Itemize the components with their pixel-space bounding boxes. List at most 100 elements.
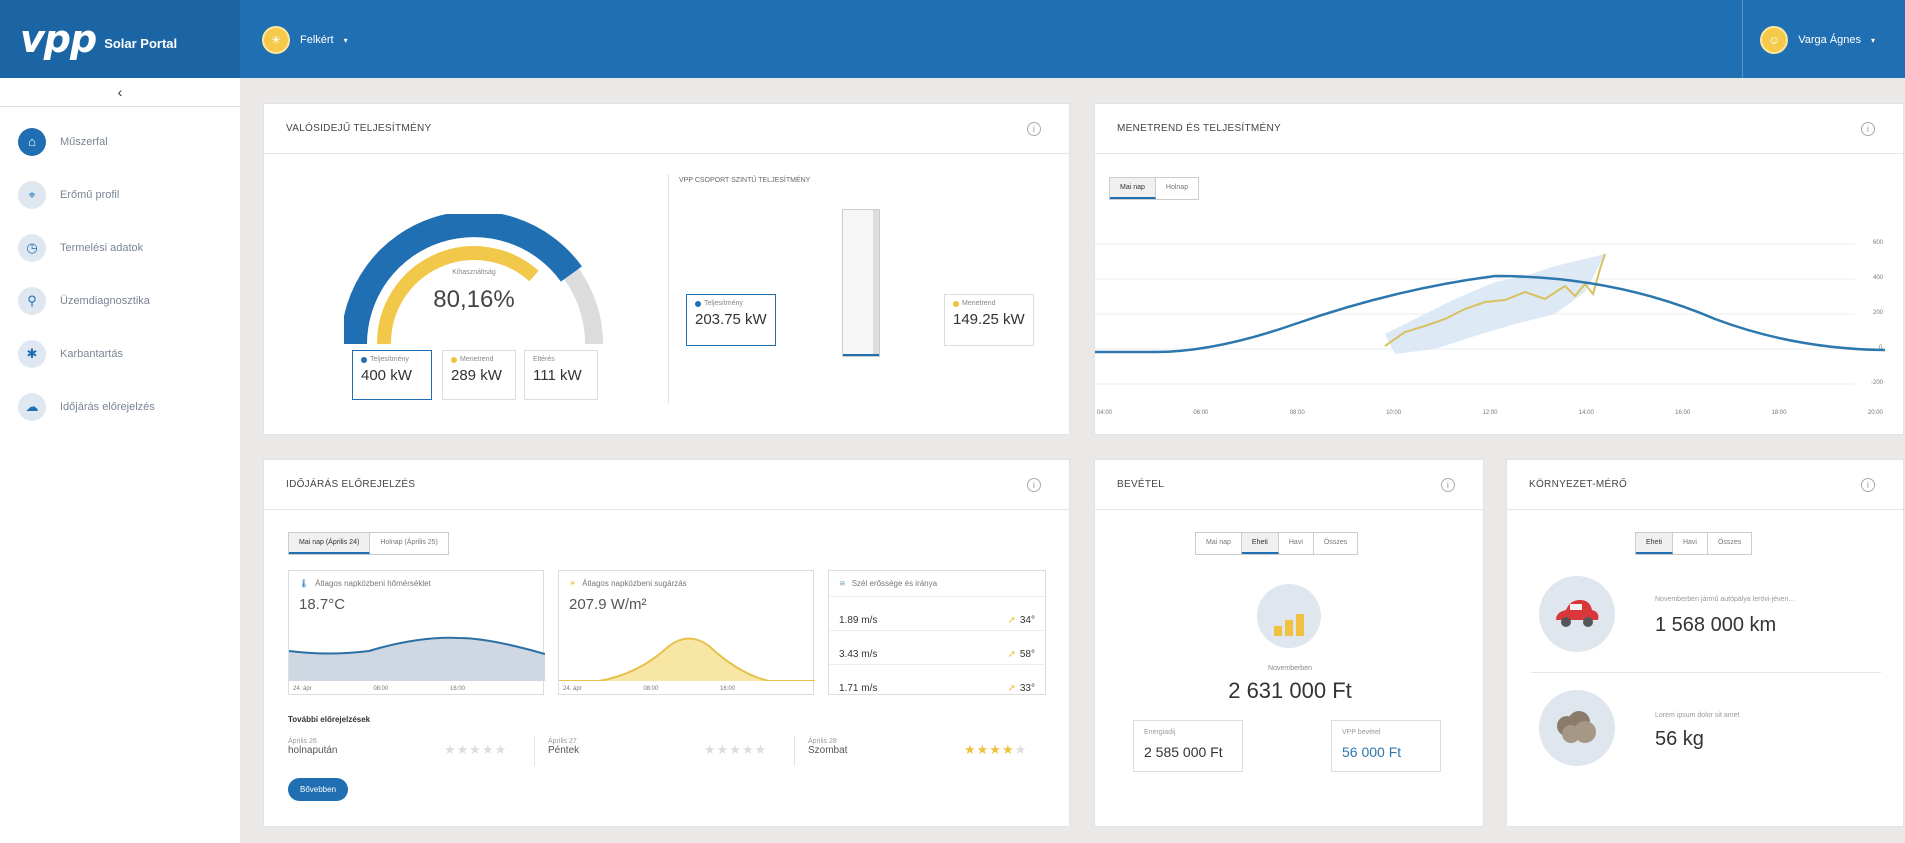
yellow-dot-icon <box>953 300 959 307</box>
tab-monthly[interactable]: Havi <box>1672 533 1708 554</box>
tab-all[interactable]: Összes <box>1707 533 1752 554</box>
sidebar-item-dashboard[interactable]: ⌂ Műszerfal <box>0 115 240 168</box>
day-tabs: Mai nap Holnap <box>1109 177 1200 200</box>
collapse-sidebar-button[interactable]: ‹ <box>0 78 240 107</box>
wind-direction: 34° <box>1019 615 1035 626</box>
user-menu[interactable]: ☺ Varga Ágnes ▾ <box>1760 26 1875 54</box>
site-name: Felkért <box>300 34 334 46</box>
tab-weekly[interactable]: Eheti <box>1636 533 1673 554</box>
wind-row: 1.89 m/s ➚ 34° <box>829 596 1045 630</box>
info-icon[interactable]: i <box>1861 478 1875 492</box>
x-tick: 24. ápr <box>293 686 312 692</box>
money-label: Energiadíj <box>1144 729 1176 736</box>
radiation-chart <box>559 637 815 681</box>
tab-monthly[interactable]: Havi <box>1278 533 1314 554</box>
period-tabs: Mai nap Eheti Havi Összes <box>1195 532 1359 555</box>
card-title: VALÓSIDEJŰ TELJESÍTMÉNY <box>286 123 432 134</box>
chevron-down-icon: ▾ <box>1870 35 1875 45</box>
info-icon[interactable]: i <box>1027 478 1041 492</box>
card-title: IDŐJÁRÁS ELŐREJELZÉS <box>286 479 416 490</box>
info-icon[interactable]: i <box>1861 122 1875 136</box>
x-tick: 12:00 <box>1482 410 1498 416</box>
tab-today[interactable]: Mai nap <box>1110 178 1156 199</box>
y-tick: 0 <box>1879 345 1883 351</box>
wind-row: 3.43 m/s ➚ 58° <box>829 630 1045 664</box>
info-icon[interactable]: i <box>1027 122 1041 136</box>
tab-weekly[interactable]: Eheti <box>1241 533 1279 554</box>
avatar: ☺ <box>1760 26 1789 54</box>
card-header: MENETREND ÉS TELJESÍTMÉNY i <box>1095 104 1903 154</box>
forecast-rating: ★★★★★ <box>704 742 768 757</box>
sidebar-item-diagnostics[interactable]: ⚲ Üzemdiagnosztika <box>0 274 240 327</box>
sidebar-item-production[interactable]: ◷ Termelési adatok <box>0 221 240 274</box>
stat-value: 149.25 kW <box>953 311 1025 328</box>
forecast-date: Április 28 <box>808 738 837 745</box>
sidebar-item-maintenance[interactable]: ✱ Karbantartás <box>0 327 240 380</box>
more-forecasts-title: További előrejelzések <box>288 715 371 724</box>
x-axis: 04:00 06:00 08:00 10:00 12:00 14:00 16:0… <box>1095 410 1885 416</box>
sidebar-item-label: Időjárás előrejelzés <box>60 400 155 413</box>
x-tick: 04:00 <box>1097 410 1113 416</box>
mini-axis: 24. ápr 08:00 16:00 <box>559 686 815 692</box>
money-value: 2 585 000 Ft <box>1144 744 1223 760</box>
panel-title: Szél erőssége és iránya <box>851 579 938 588</box>
more-button[interactable]: Bővebben <box>288 778 349 801</box>
clock-icon: ◷ <box>18 233 46 262</box>
stat-label: Teljesítmény <box>704 300 743 307</box>
card-header: KÖRNYEZET-MÉRŐ i <box>1507 460 1903 510</box>
info-icon[interactable]: i <box>1441 478 1455 492</box>
realtime-performance-card: VALÓSIDEJŰ TELJESÍTMÉNY i Kihasználtság … <box>263 103 1070 435</box>
wind-speed: 1.71 m/s <box>839 683 878 694</box>
radiation-panel: ☀ Átlagos napközbeni sugárzás 207.9 W/m² … <box>558 570 815 695</box>
sidebar-item-weather[interactable]: ☁ Időjárás előrejelzés <box>0 380 240 433</box>
tab-today[interactable]: Mai nap <box>1196 533 1242 554</box>
chevron-down-icon: ▾ <box>343 35 348 45</box>
stat-value: 203.75 kW <box>695 311 767 328</box>
revenue-growth-icon <box>1257 584 1321 648</box>
car-caption: Novemberben jármű autópálya lerövi-jéven… <box>1655 596 1795 603</box>
y-tick: -200 <box>1871 380 1884 386</box>
tab-all[interactable]: Összes <box>1313 533 1358 554</box>
sidebar-item-plant-profile[interactable]: ⌖ Erőmű profil <box>0 168 240 221</box>
forecast-rating: ★★★★★ <box>964 742 1028 757</box>
tab-tomorrow[interactable]: Holnap <box>1155 178 1199 199</box>
sun-icon: ☀ <box>262 26 290 54</box>
sidebar-item-label: Termelési adatok <box>60 241 144 254</box>
forecast-item: Április 26 holnapután <box>288 738 338 756</box>
car-value: 1 568 000 km <box>1655 614 1777 636</box>
group-title: VPP CSOPORT SZINTŰ TELJESÍTMÉNY <box>679 177 811 184</box>
money-value: 56 000 Ft <box>1342 744 1402 760</box>
x-tick: 10:00 <box>1386 410 1402 416</box>
x-tick: 16:00 <box>1675 410 1691 416</box>
wind-panel: ≋ Szél erőssége és iránya 1.89 m/s ➚ 34° 3… <box>828 570 1046 695</box>
tab-tomorrow[interactable]: Holnap (Április 25) <box>370 533 448 554</box>
wind-row: 1.71 m/s ➚ 33° <box>829 664 1045 698</box>
y-tick: 600 <box>1873 240 1884 246</box>
sidebar-item-label: Műszerfal <box>60 135 108 148</box>
temperature-panel: 🌡 Átlagos napközbeni hőmérséklet 18.7°C 2… <box>288 570 545 695</box>
sun-icon: ☀ <box>569 579 577 588</box>
sidebar-item-label: Karbantartás <box>60 347 123 360</box>
temperature-value: 18.7°C <box>299 596 346 613</box>
chevron-left-icon: ‹ <box>117 84 123 100</box>
logo[interactable]: vpp Solar Portal <box>0 0 240 78</box>
stat-label: Teljesítmény <box>370 356 409 363</box>
arrow-icon: ➚ <box>1007 649 1016 660</box>
utilization-gauge <box>344 214 603 345</box>
plant-profile-icon: ⌖ <box>18 180 46 209</box>
x-tick: 16:00 <box>449 686 465 692</box>
wind-icon: ≋ <box>839 579 846 588</box>
forecast-day: Szombat <box>808 745 848 756</box>
deviation-box: Eltérés 111 kW <box>524 350 598 400</box>
stat-label: Menetrend <box>460 356 494 363</box>
co2-caption: Lorem ipsum dolor sit amet <box>1655 712 1740 719</box>
sidebar-item-label: Erőmű profil <box>60 188 120 201</box>
card-title: BEVÉTEL <box>1117 479 1165 490</box>
dashboard-icon: ⌂ <box>18 127 46 156</box>
stat-label: Menetrend <box>962 300 996 307</box>
tab-today[interactable]: Mai nap (Április 24) <box>289 533 371 554</box>
wind-speed: 3.43 m/s <box>839 649 878 660</box>
x-tick: 24. ápr <box>563 686 582 692</box>
site-selector[interactable]: ☀ Felkért ▾ <box>262 26 348 54</box>
performance-box: Teljesítmény 400 kW <box>352 350 432 400</box>
